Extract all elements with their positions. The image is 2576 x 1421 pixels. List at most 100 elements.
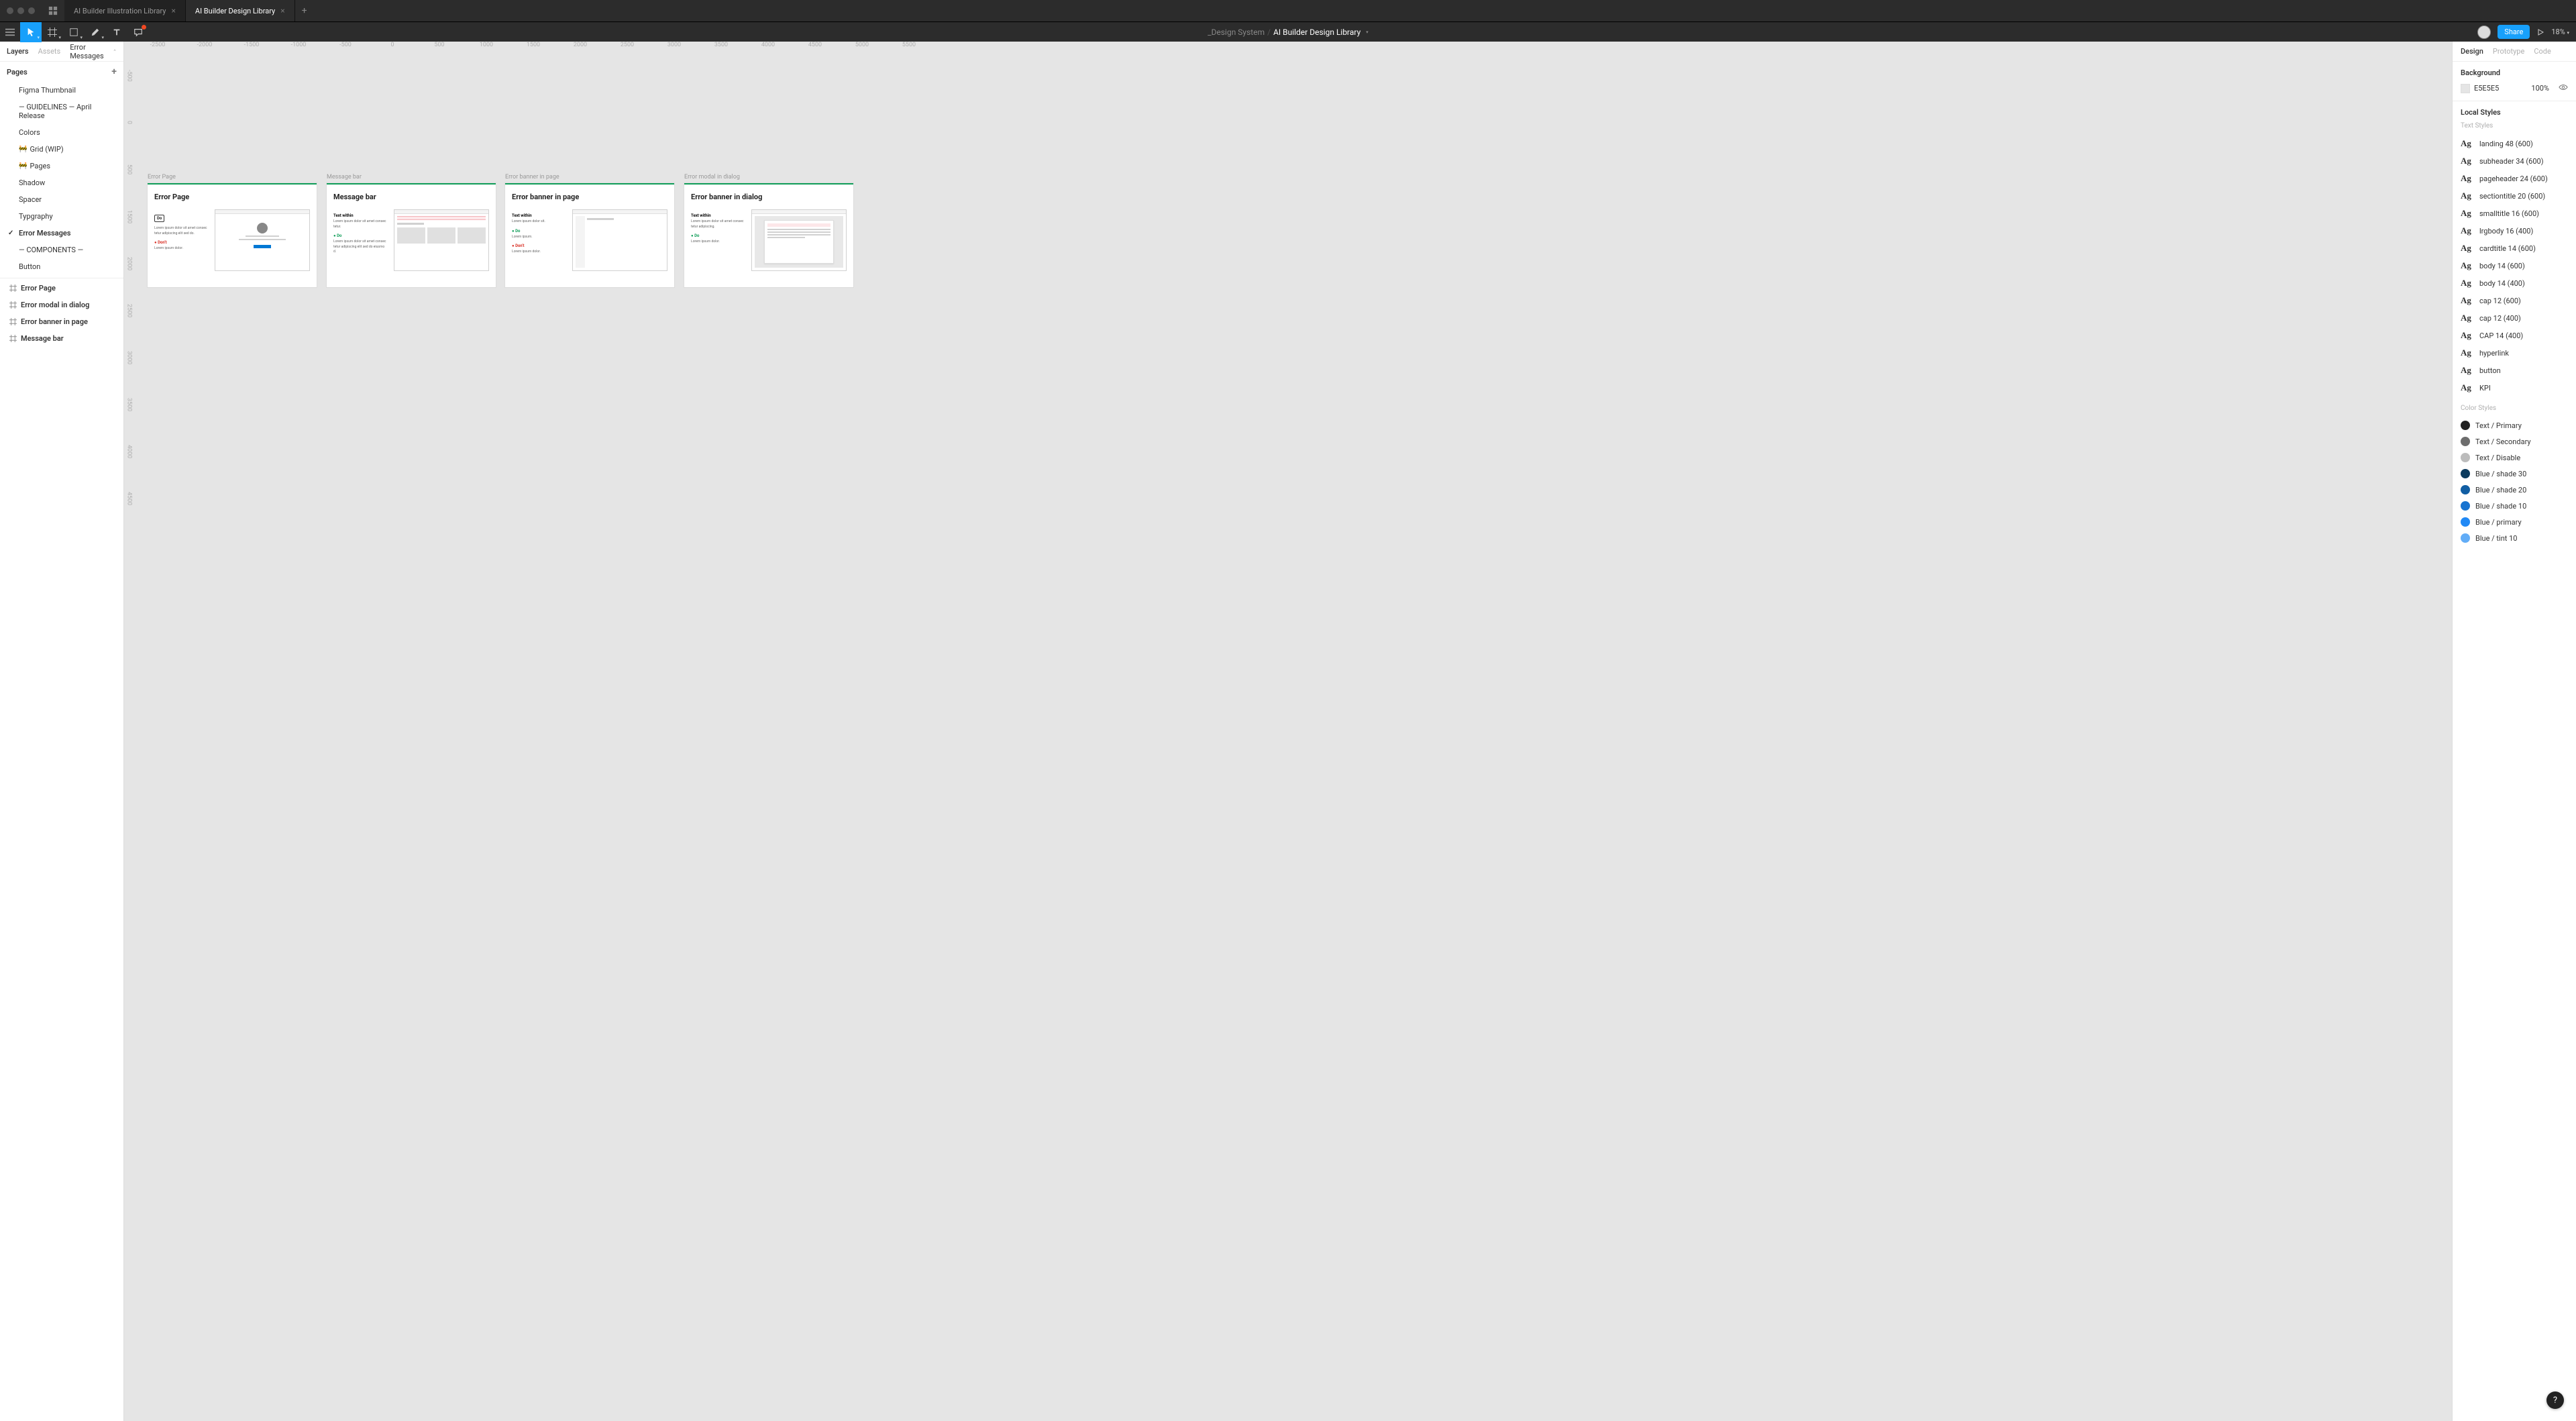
page-label: Typgraphy	[19, 212, 53, 221]
move-tool[interactable]: ▾	[20, 22, 42, 42]
main-menu-button[interactable]	[0, 28, 20, 37]
page-selector[interactable]: Error Messages ⌃	[70, 43, 117, 60]
tab-assets[interactable]: Assets	[38, 47, 61, 56]
page-item[interactable]: Figma Thumbnail	[0, 82, 123, 99]
page-item[interactable]: Shadow	[0, 174, 123, 191]
page-item[interactable]: 🚧Grid (WIP)	[0, 141, 123, 158]
share-button[interactable]: Share	[2498, 25, 2530, 39]
color-style-item[interactable]: Text / Primary	[2461, 417, 2568, 433]
frame[interactable]: Error banner in pageError banner in page…	[505, 183, 674, 287]
comment-tool[interactable]	[127, 22, 149, 42]
color-style-item[interactable]: Blue / shade 30	[2461, 466, 2568, 482]
tab-design[interactable]: Design	[2461, 47, 2483, 56]
color-swatch	[2461, 533, 2470, 543]
bg-hex-value[interactable]: E5E5E5	[2474, 84, 2527, 93]
color-style-label: Blue / tint 10	[2475, 534, 2517, 543]
text-style-item[interactable]: Agbutton	[2461, 362, 2568, 379]
chevron-down-icon: ▾	[1366, 30, 1368, 35]
color-swatch	[2461, 421, 2470, 430]
text-style-item[interactable]: Agsectiontitle 20 (600)	[2461, 187, 2568, 205]
close-icon[interactable]: ×	[280, 6, 284, 15]
text-style-item[interactable]: Aghyperlink	[2461, 344, 2568, 362]
avatar[interactable]	[2477, 25, 2491, 39]
text-style-item[interactable]: Aglrgbody 16 (400)	[2461, 222, 2568, 240]
tab-illustration-library[interactable]: AI Builder Illustration Library ×	[64, 0, 186, 21]
help-button[interactable]: ?	[2546, 1391, 2564, 1409]
ruler-vertical: -50005001500200025003000350040004500	[124, 52, 134, 1421]
text-style-label: landing 48 (600)	[2479, 140, 2533, 148]
layer-item[interactable]: Error banner in page	[0, 313, 123, 330]
text-style-item[interactable]: Agcardtitle 14 (600)	[2461, 240, 2568, 257]
color-style-item[interactable]: Text / Disable	[2461, 450, 2568, 466]
text-style-item[interactable]: Agsubheader 34 (600)	[2461, 152, 2568, 170]
bg-opacity[interactable]: 100%	[2531, 84, 2549, 93]
construction-icon: 🚧	[19, 162, 27, 170]
text-style-label: KPI	[2479, 384, 2491, 392]
page-label: Colors	[19, 128, 40, 137]
page-item[interactable]: ✓Error Messages	[0, 225, 123, 242]
text-style-item[interactable]: Agpageheader 24 (600)	[2461, 170, 2568, 187]
visibility-icon[interactable]	[2559, 83, 2568, 94]
text-style-label: lrgbody 16 (400)	[2479, 227, 2533, 235]
color-style-item[interactable]: Text / Secondary	[2461, 433, 2568, 450]
tab-label: AI Builder Illustration Library	[74, 7, 166, 15]
frame-icon	[9, 301, 17, 309]
shape-tool[interactable]: ▾	[63, 22, 85, 42]
zoom-level[interactable]: 18% ▾	[2551, 28, 2569, 36]
tab-code[interactable]: Code	[2534, 47, 2551, 56]
tab-prototype[interactable]: Prototype	[2493, 47, 2524, 56]
add-page-button[interactable]: +	[111, 66, 117, 77]
text-style-label: cap 12 (400)	[2479, 314, 2521, 323]
new-tab-button[interactable]: +	[295, 5, 314, 16]
close-icon[interactable]: ×	[171, 6, 175, 15]
frame-label[interactable]: Error modal in dialog	[684, 174, 740, 180]
text-style-item[interactable]: Aglanding 48 (600)	[2461, 135, 2568, 152]
home-grid-icon[interactable]	[42, 6, 64, 15]
color-style-item[interactable]: Blue / shade 20	[2461, 482, 2568, 498]
layer-item[interactable]: Error modal in dialog	[0, 297, 123, 313]
page-item[interactable]: 🚧Pages	[0, 158, 123, 174]
page-item[interactable]: — GUIDELINES — April Release	[0, 99, 123, 124]
text-style-item[interactable]: AgCAP 14 (400)	[2461, 327, 2568, 344]
tab-layers[interactable]: Layers	[7, 47, 29, 56]
page-item[interactable]: Colors	[0, 124, 123, 141]
text-style-item[interactable]: Agbody 14 (600)	[2461, 257, 2568, 274]
present-button[interactable]	[2536, 28, 2544, 36]
ag-icon: Ag	[2461, 295, 2474, 306]
text-style-item[interactable]: Ag KPI	[2461, 379, 2568, 397]
pen-tool[interactable]: ▾	[85, 22, 106, 42]
frame-tool[interactable]: ▾	[42, 22, 63, 42]
color-style-item[interactable]: Blue / primary	[2461, 514, 2568, 530]
color-style-item[interactable]: Blue / shade 10	[2461, 498, 2568, 514]
page-item[interactable]: — COMPONENTS —	[0, 242, 123, 258]
frame-label[interactable]: Message bar	[327, 174, 362, 180]
color-style-item[interactable]: Blue / tint 10	[2461, 530, 2568, 546]
canvas[interactable]: -2500-2000-1500-1000-5000500100015002000…	[124, 42, 2452, 1421]
frame[interactable]: Error PageError PageDoLorem ipsum dolor …	[148, 183, 317, 287]
window-controls[interactable]	[0, 7, 42, 14]
color-style-label: Blue / shade 30	[2475, 470, 2526, 478]
text-style-item[interactable]: Agbody 14 (400)	[2461, 274, 2568, 292]
text-style-label: cardtitle 14 (600)	[2479, 244, 2536, 253]
page-item[interactable]: Button	[0, 258, 123, 275]
layer-item[interactable]: Error Page	[0, 280, 123, 297]
bg-swatch[interactable]	[2461, 84, 2470, 93]
breadcrumb[interactable]: _Design System / AI Builder Design Libra…	[1208, 28, 1368, 37]
frame-label[interactable]: Error Page	[148, 174, 176, 180]
tab-design-library[interactable]: AI Builder Design Library ×	[186, 0, 295, 21]
ag-icon: Ag	[2461, 382, 2474, 393]
text-tool[interactable]	[106, 22, 127, 42]
text-style-item[interactable]: Ag cap 12 (400)	[2461, 309, 2568, 327]
text-style-item[interactable]: Agcap 12 (600)	[2461, 292, 2568, 309]
frame[interactable]: Error modal in dialogError banner in dia…	[684, 183, 853, 287]
page-item[interactable]: Spacer	[0, 191, 123, 208]
color-swatch	[2461, 485, 2470, 494]
frame[interactable]: Message barMessage barText withinLorem i…	[327, 183, 496, 287]
frame-label[interactable]: Error banner in page	[505, 174, 559, 180]
chevron-down-icon: ⌃	[113, 49, 117, 54]
ag-icon: Ag	[2461, 313, 2474, 323]
ag-icon: Ag	[2461, 260, 2474, 271]
layer-item[interactable]: Message bar	[0, 330, 123, 347]
page-item[interactable]: Typgraphy	[0, 208, 123, 225]
text-style-item[interactable]: Agsmalltitle 16 (600)	[2461, 205, 2568, 222]
